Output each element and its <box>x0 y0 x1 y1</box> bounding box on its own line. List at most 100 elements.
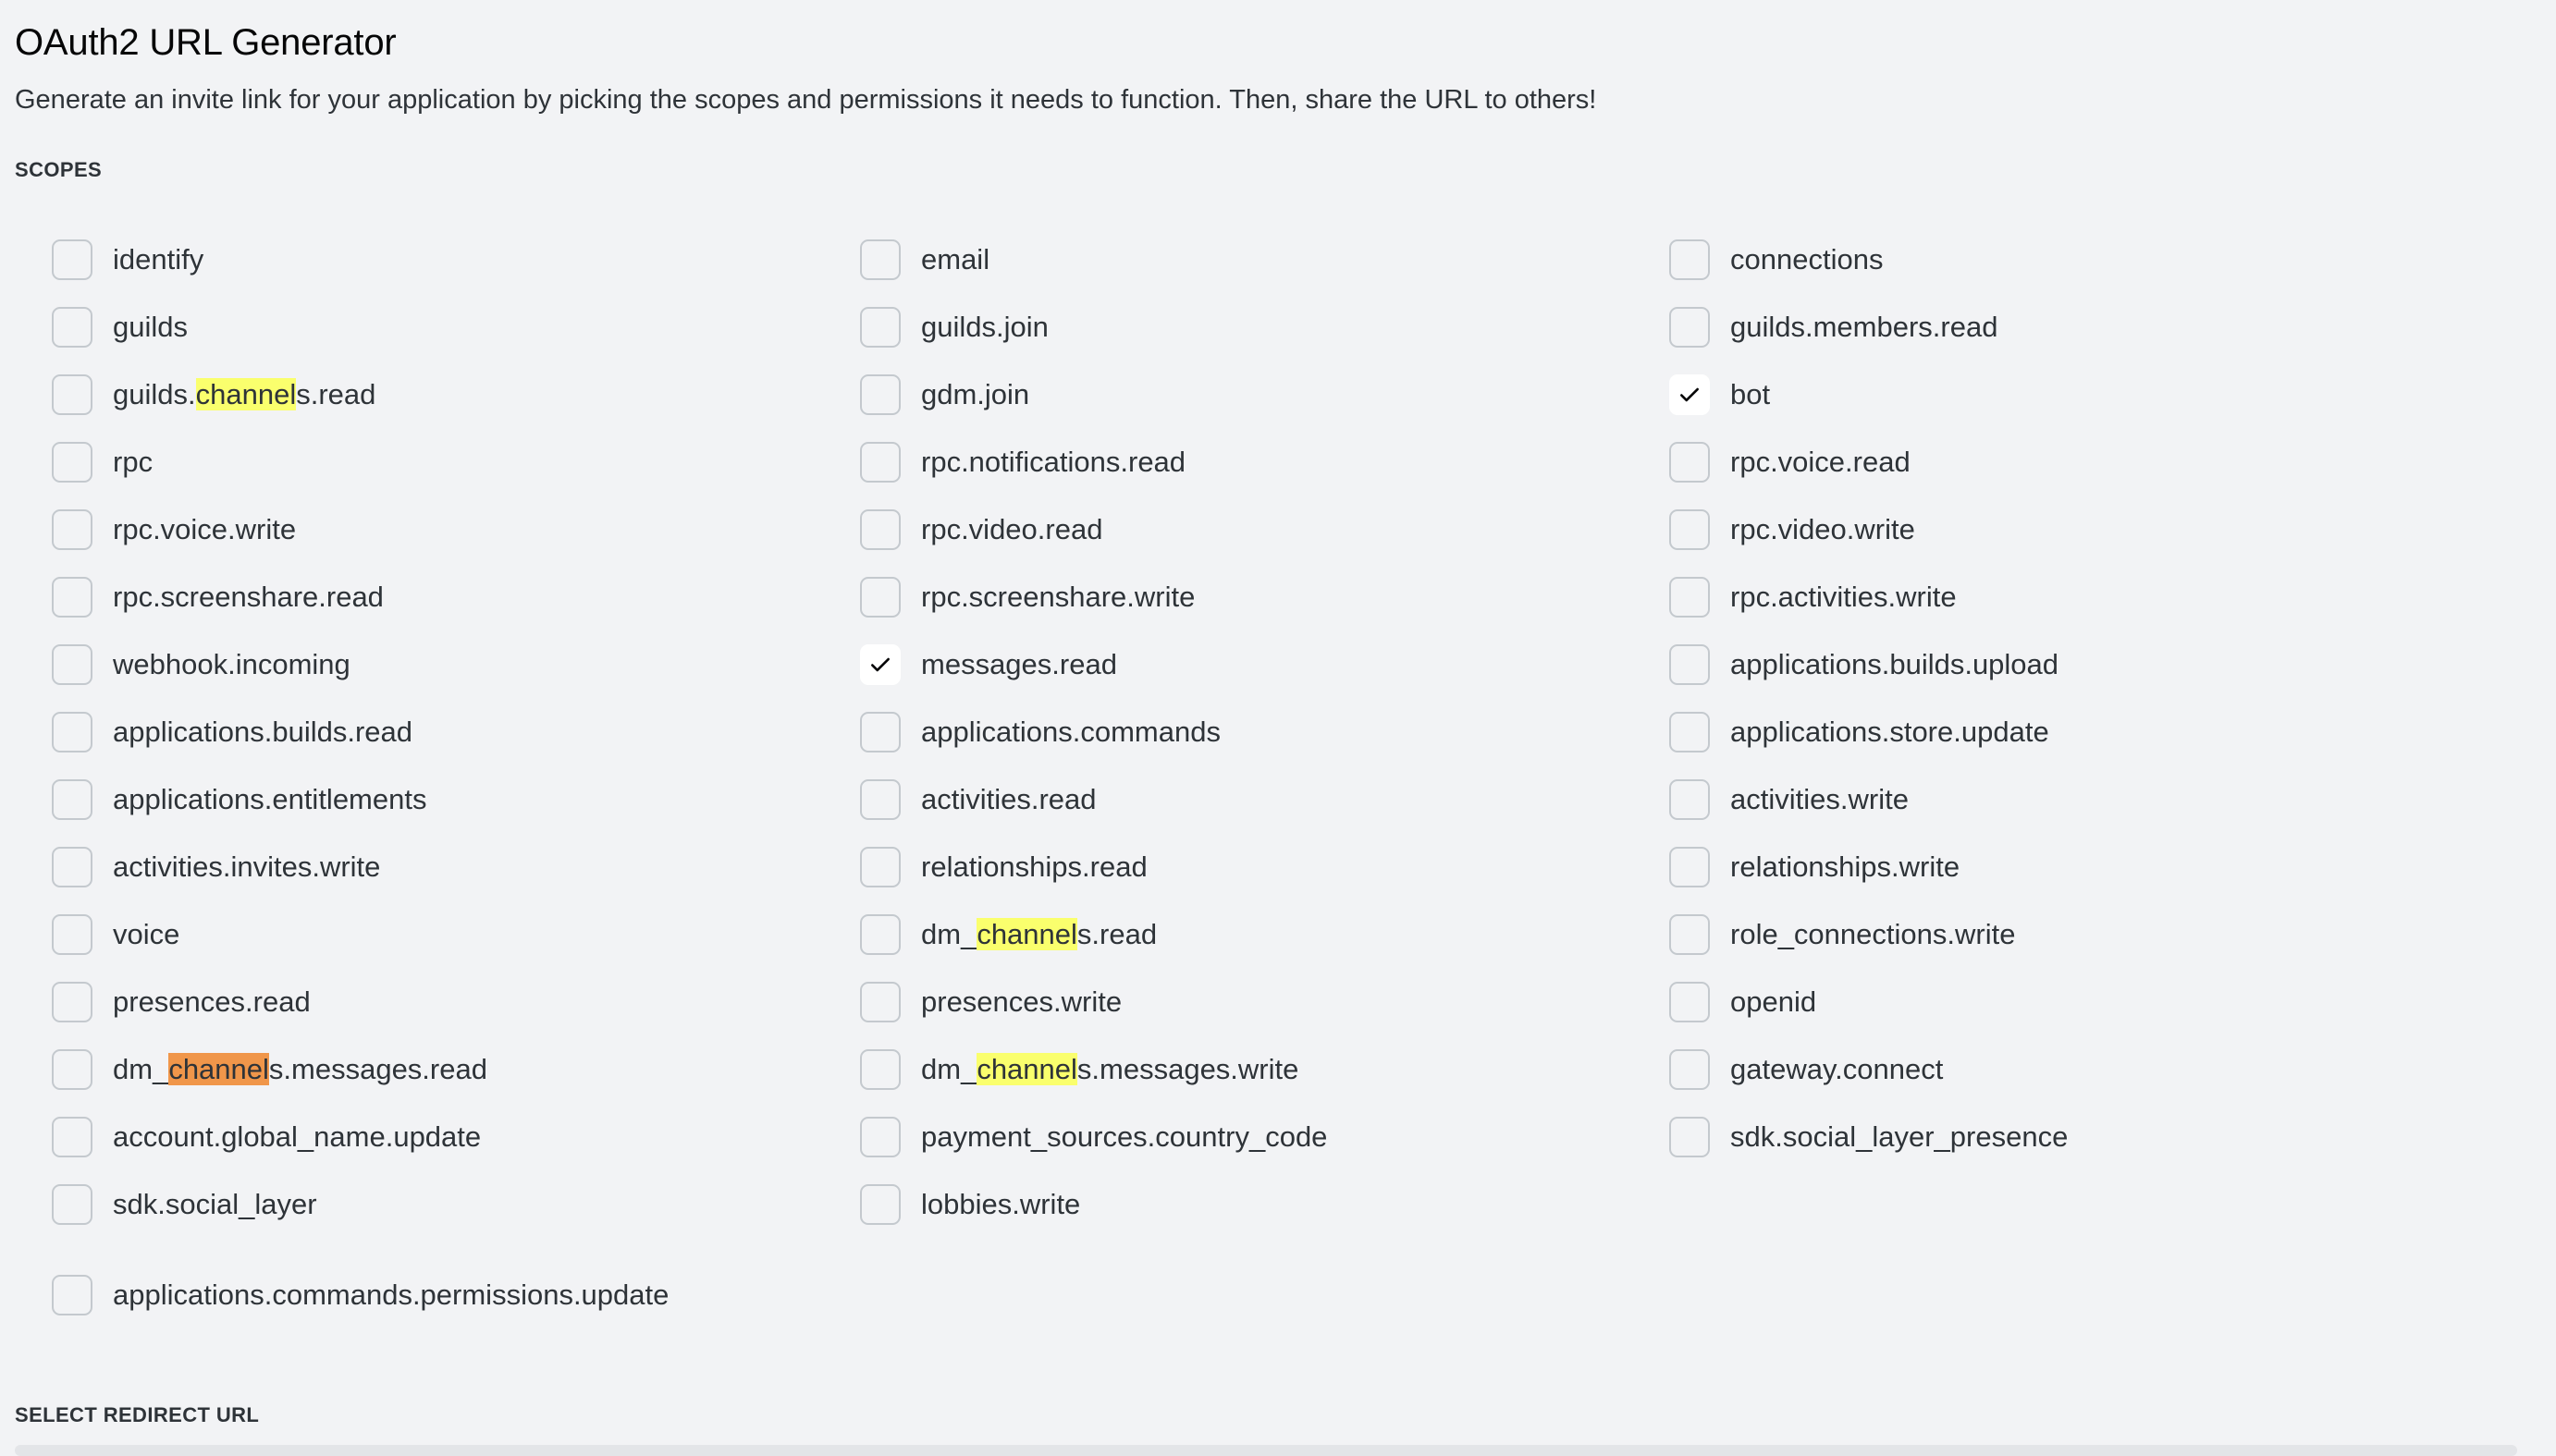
scope-label: role_connections.write <box>1730 918 2016 950</box>
scope-option-messages-read[interactable]: messages.read <box>823 632 1618 700</box>
scope-checkbox[interactable] <box>52 1184 92 1225</box>
scope-checkbox[interactable] <box>860 239 901 280</box>
scope-checkbox[interactable] <box>1669 1117 1710 1157</box>
scope-checkbox[interactable] <box>52 779 92 820</box>
scope-option-rpc-notifications-read[interactable]: rpc.notifications.read <box>823 430 1618 497</box>
scopes-column-3: connections guilds.members.read bot rpc.voi… <box>1632 227 2427 1172</box>
scope-option-rpc-screenshare-write[interactable]: rpc.screenshare.write <box>823 565 1618 632</box>
scope-option-applications-store-update[interactable]: applications.store.update <box>1632 700 2427 767</box>
scope-checkbox[interactable] <box>1669 509 1710 550</box>
scope-checkbox[interactable] <box>52 644 92 685</box>
scope-checkbox[interactable] <box>860 847 901 887</box>
scope-option-connections[interactable]: connections <box>1632 227 2427 295</box>
scope-checkbox[interactable] <box>1669 982 1710 1022</box>
scope-checkbox[interactable] <box>52 1275 92 1315</box>
scope-checkbox[interactable] <box>860 577 901 618</box>
scope-label: dm_channels.read <box>921 918 1158 950</box>
scope-label: rpc.screenshare.write <box>921 581 1196 613</box>
scope-checkbox[interactable] <box>52 982 92 1022</box>
scope-checkbox[interactable] <box>1669 847 1710 887</box>
scope-label: applications.commands.permissions.update <box>113 1279 670 1311</box>
scope-checkbox[interactable] <box>1669 712 1710 752</box>
scope-checkbox[interactable] <box>860 779 901 820</box>
scope-checkbox[interactable] <box>1669 914 1710 955</box>
scope-checkbox[interactable] <box>52 307 92 348</box>
scope-checkbox[interactable] <box>1669 1049 1710 1090</box>
scope-checkbox[interactable] <box>52 577 92 618</box>
scope-option-rpc-voice-write[interactable]: rpc.voice.write <box>15 497 810 565</box>
scope-option-sdk-social-layer[interactable]: sdk.social_layer <box>15 1172 810 1240</box>
scope-option-openid[interactable]: openid <box>1632 970 2427 1037</box>
scope-checkbox[interactable] <box>52 239 92 280</box>
scope-option-guilds[interactable]: guilds <box>15 295 810 362</box>
scope-option-rpc-video-read[interactable]: rpc.video.read <box>823 497 1618 565</box>
scope-checkbox[interactable] <box>860 644 901 685</box>
scope-option-guilds-join[interactable]: guilds.join <box>823 295 1618 362</box>
scope-option-account-global-name-update[interactable]: account.global_name.update <box>15 1105 810 1172</box>
scope-option-activities-invites-write[interactable]: activities.invites.write <box>15 835 810 902</box>
scope-checkbox[interactable] <box>52 847 92 887</box>
scope-option-guilds-members-read[interactable]: guilds.members.read <box>1632 295 2427 362</box>
scope-checkbox[interactable] <box>52 914 92 955</box>
scope-checkbox[interactable] <box>1669 307 1710 348</box>
scope-option-activities-write[interactable]: activities.write <box>1632 767 2427 835</box>
redirect-url-select[interactable] <box>15 1445 2517 1456</box>
scope-option-activities-read[interactable]: activities.read <box>823 767 1618 835</box>
scope-checkbox[interactable] <box>860 914 901 955</box>
scope-option-applications-commands[interactable]: applications.commands <box>823 700 1618 767</box>
scope-option-sdk-social-layer-presence[interactable]: sdk.social_layer_presence <box>1632 1105 2427 1172</box>
scope-label: rpc.video.read <box>921 513 1103 545</box>
scope-checkbox[interactable] <box>860 509 901 550</box>
scope-checkbox[interactable] <box>860 982 901 1022</box>
scope-option-dm-channels-read[interactable]: dm_channels.read <box>823 902 1618 970</box>
scope-option-relationships-read[interactable]: relationships.read <box>823 835 1618 902</box>
scope-option-identify[interactable]: identify <box>15 227 810 295</box>
scope-checkbox[interactable] <box>1669 577 1710 618</box>
scope-option-applications-builds-read[interactable]: applications.builds.read <box>15 700 810 767</box>
scope-checkbox[interactable] <box>52 509 92 550</box>
scope-option-lobbies-write[interactable]: lobbies.write <box>823 1172 1618 1240</box>
scope-checkbox[interactable] <box>52 1117 92 1157</box>
scope-checkbox[interactable] <box>860 1049 901 1090</box>
scope-checkbox[interactable] <box>1669 779 1710 820</box>
scope-checkbox[interactable] <box>860 307 901 348</box>
scope-option-payment-sources-country-code[interactable]: payment_sources.country_code <box>823 1105 1618 1172</box>
scope-checkbox[interactable] <box>52 442 92 483</box>
scope-option-applications-commands-permissions-update[interactable]: applications.commands.permissions.update <box>15 1263 810 1330</box>
scope-checkbox[interactable] <box>860 712 901 752</box>
scope-option-gdm-join[interactable]: gdm.join <box>823 362 1618 430</box>
scope-option-relationships-write[interactable]: relationships.write <box>1632 835 2427 902</box>
scope-checkbox[interactable] <box>52 374 92 415</box>
scope-option-role-connections-write[interactable]: role_connections.write <box>1632 902 2427 970</box>
scope-option-bot[interactable]: bot <box>1632 362 2427 430</box>
scope-option-applications-builds-upload[interactable]: applications.builds.upload <box>1632 632 2427 700</box>
scope-checkbox[interactable] <box>1669 442 1710 483</box>
scope-option-presences-write[interactable]: presences.write <box>823 970 1618 1037</box>
scope-option-dm-channels-messages-write[interactable]: dm_channels.messages.write <box>823 1037 1618 1105</box>
scope-label: relationships.read <box>921 850 1148 883</box>
scope-option-rpc[interactable]: rpc <box>15 430 810 497</box>
scope-checkbox[interactable] <box>52 1049 92 1090</box>
scope-checkbox[interactable] <box>860 442 901 483</box>
scope-option-rpc-video-write[interactable]: rpc.video.write <box>1632 497 2427 565</box>
scope-checkbox[interactable] <box>860 374 901 415</box>
search-highlight: channel <box>195 378 297 410</box>
scope-checkbox[interactable] <box>860 1184 901 1225</box>
scope-checkbox[interactable] <box>52 712 92 752</box>
scope-option-dm-channels-messages-read[interactable]: dm_channels.messages.read <box>15 1037 810 1105</box>
scope-checkbox[interactable] <box>860 1117 901 1157</box>
scope-option-rpc-activities-write[interactable]: rpc.activities.write <box>1632 565 2427 632</box>
scope-checkbox[interactable] <box>1669 239 1710 280</box>
scope-option-email[interactable]: email <box>823 227 1618 295</box>
scope-option-presences-read[interactable]: presences.read <box>15 970 810 1037</box>
scope-option-rpc-voice-read[interactable]: rpc.voice.read <box>1632 430 2427 497</box>
scope-option-voice[interactable]: voice <box>15 902 810 970</box>
scope-option-gateway-connect[interactable]: gateway.connect <box>1632 1037 2427 1105</box>
scope-option-guilds-channels-read[interactable]: guilds.channels.read <box>15 362 810 430</box>
scope-label: applications.builds.upload <box>1730 648 2059 680</box>
scope-checkbox[interactable] <box>1669 374 1710 415</box>
scope-option-webhook-incoming[interactable]: webhook.incoming <box>15 632 810 700</box>
scope-option-applications-entitlements[interactable]: applications.entitlements <box>15 767 810 835</box>
scope-checkbox[interactable] <box>1669 644 1710 685</box>
scope-option-rpc-screenshare-read[interactable]: rpc.screenshare.read <box>15 565 810 632</box>
